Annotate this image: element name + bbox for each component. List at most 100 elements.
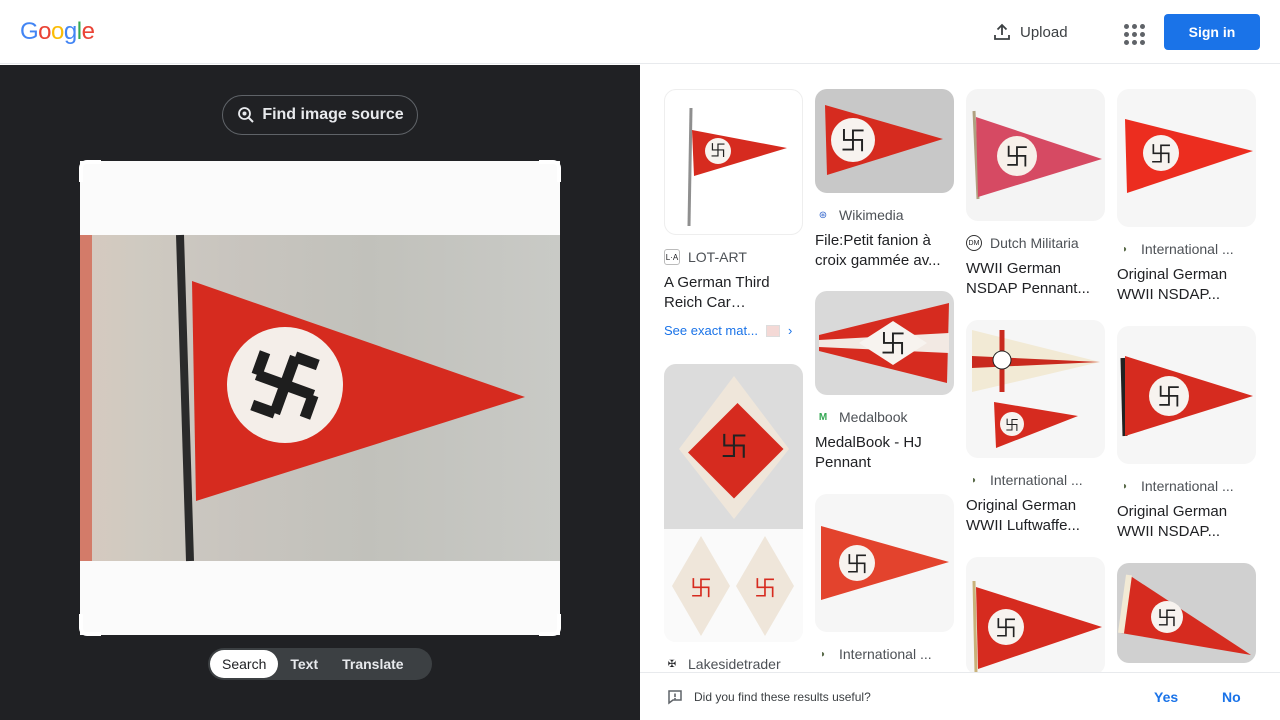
query-image-panel: Find image source Search Text Translate	[0, 65, 640, 720]
result-title[interactable]: MedalBook - HJ Pennant	[815, 433, 954, 473]
dutch-militaria-icon: DM	[966, 235, 982, 251]
feedback-icon	[668, 689, 682, 704]
medalbook-icon: M	[818, 411, 828, 423]
svg-text:卐: 卐	[1005, 144, 1029, 171]
result-source[interactable]: ◗ International ...	[1117, 478, 1256, 494]
logo-letter: e	[81, 18, 95, 45]
logo-letter: G	[20, 18, 39, 45]
feedback-no-button[interactable]: No	[1222, 689, 1241, 705]
result-thumbnail[interactable]: 卐	[1117, 563, 1256, 663]
pennant-image	[80, 234, 525, 562]
result-source-name: Wikimedia	[839, 207, 904, 223]
sign-in-button[interactable]: Sign in	[1164, 14, 1260, 50]
result-title[interactable]: Original German WWII NSDAP...	[1117, 502, 1256, 542]
helmet-icon: ◗	[1121, 480, 1129, 492]
query-image[interactable]	[80, 161, 560, 635]
see-exact-matches-label: See exact mat...	[664, 323, 758, 338]
feedback-bar: Did you find these results useful? Yes N…	[640, 672, 1280, 720]
result-source[interactable]: M Medalbook	[815, 409, 954, 425]
result-source-name: Medalbook	[839, 409, 908, 425]
lot-art-icon: L·A	[664, 249, 680, 265]
result-card[interactable]: 卐 ◗ International ... Original German WW…	[1117, 326, 1256, 542]
result-title[interactable]: Original German WWII NSDAP...	[1117, 265, 1256, 305]
wikimedia-icon: ⊛	[818, 209, 828, 221]
result-source-name: Dutch Militaria	[990, 235, 1079, 251]
feedback-yes-button[interactable]: Yes	[1154, 689, 1178, 705]
result-title[interactable]: A German Third Reich Car Pennant...	[664, 273, 803, 313]
result-source[interactable]: ✠ Lakesidetrader	[664, 656, 803, 672]
result-card[interactable]: 卐	[1117, 563, 1256, 663]
svg-text:卐: 卐	[1157, 608, 1177, 630]
flag-thumb-icon	[765, 324, 780, 337]
helmet-icon: ◗	[819, 648, 827, 660]
result-thumbnail[interactable]: 卐	[1117, 89, 1256, 227]
svg-text:卐: 卐	[690, 576, 712, 601]
mode-switcher: Search Text Translate	[208, 648, 432, 680]
svg-text:卐: 卐	[710, 142, 726, 160]
result-source-name: LOT-ART	[688, 249, 747, 265]
result-title[interactable]: Original German WWII Luftwaffe...	[966, 496, 1105, 536]
upload-icon	[994, 23, 1010, 40]
helmet-icon: ◗	[970, 474, 978, 486]
logo-letter: g	[63, 18, 77, 45]
result-card[interactable]: 卐 DM Dutch Militaria WWII German NSDAP P…	[966, 89, 1105, 299]
crop-handle-bottom-right[interactable]	[539, 614, 561, 636]
result-card[interactable]: 卐 ◗ International ... Original German WW…	[966, 320, 1105, 536]
result-thumbnail[interactable]: 卐	[815, 494, 954, 632]
result-thumbnail[interactable]: 卐	[815, 89, 954, 193]
result-thumbnail[interactable]: 卐	[966, 89, 1105, 221]
svg-text:卐: 卐	[840, 126, 866, 156]
crop-handle-top-right[interactable]	[539, 160, 561, 182]
result-card[interactable]: 卐	[966, 557, 1105, 672]
svg-text:卐: 卐	[846, 552, 868, 577]
result-source-name: Lakesidetrader	[688, 656, 781, 672]
result-source[interactable]: L·A LOT-ART	[664, 249, 803, 265]
top-bar: Google Upload Sign in	[0, 0, 1280, 64]
chevron-right-icon: ›	[787, 323, 793, 338]
visual-matches-grid: 卐 L·A LOT-ART A German Third Reich Car P…	[640, 65, 1280, 672]
logo-letter: o	[38, 18, 52, 45]
upload-button[interactable]: Upload	[992, 20, 1068, 44]
cross-icon: ✠	[667, 658, 677, 670]
result-source[interactable]: ⊛ Wikimedia	[815, 207, 954, 223]
result-card[interactable]: 卐 ◗ International ... Original German WW…	[1117, 89, 1256, 305]
svg-text:卐: 卐	[995, 616, 1017, 641]
see-exact-matches-link[interactable]: See exact mat... ›	[664, 323, 803, 338]
result-card[interactable]: 卐 L·A LOT-ART A German Third Reich Car P…	[664, 89, 803, 338]
result-card[interactable]: 卐 M Medalbook MedalBook - HJ Pennant	[815, 291, 954, 473]
result-source[interactable]: ◗ International ...	[1117, 241, 1256, 257]
result-thumbnail[interactable]: 卐	[966, 320, 1105, 458]
result-card[interactable]: 卐 卐 卐 ✠ Lakesidetrader	[664, 364, 803, 672]
find-image-source-label: Find image source	[262, 106, 404, 123]
result-source[interactable]: DM Dutch Militaria	[966, 235, 1105, 251]
result-thumbnail[interactable]: 卐 卐 卐	[664, 364, 803, 642]
crop-handle-top-left[interactable]	[79, 160, 101, 182]
result-thumbnail[interactable]: 卐	[966, 557, 1105, 672]
feedback-question: Did you find these results useful?	[694, 689, 871, 704]
result-source-name: International ...	[839, 646, 932, 662]
result-thumbnail[interactable]: 卐	[664, 89, 803, 235]
lens-search-icon	[238, 107, 255, 123]
result-thumbnail[interactable]: 卐	[815, 291, 954, 395]
crop-handle-bottom-left[interactable]	[79, 614, 101, 636]
svg-text:卐: 卐	[1157, 384, 1181, 411]
apps-grid-icon[interactable]	[1118, 18, 1146, 46]
result-title[interactable]: WWII German NSDAP Pennant...	[966, 259, 1105, 299]
svg-text:卐: 卐	[720, 431, 748, 462]
result-title[interactable]: File:Petit fanion à croix gammée av...	[815, 231, 954, 271]
result-card[interactable]: 卐 ⊛ Wikimedia File:Petit fanion à croix …	[815, 89, 954, 271]
result-thumbnail[interactable]: 卐	[1117, 326, 1256, 464]
svg-text:卐: 卐	[880, 329, 906, 359]
result-card[interactable]: 卐 ◗ International ...	[815, 494, 954, 662]
find-image-source-button[interactable]: Find image source	[222, 95, 418, 135]
svg-text:卐: 卐	[754, 576, 776, 601]
mode-search-tab[interactable]: Search	[210, 650, 279, 678]
result-source[interactable]: ◗ International ...	[815, 646, 954, 662]
result-source-name: International ...	[1141, 478, 1234, 494]
upload-label: Upload	[1020, 23, 1068, 41]
mode-text-tab[interactable]: Text	[278, 650, 330, 678]
google-logo[interactable]: Google	[20, 18, 95, 46]
mode-translate-tab[interactable]: Translate	[330, 650, 415, 678]
result-source[interactable]: ◗ International ...	[966, 472, 1105, 488]
result-source-name: International ...	[1141, 241, 1234, 257]
